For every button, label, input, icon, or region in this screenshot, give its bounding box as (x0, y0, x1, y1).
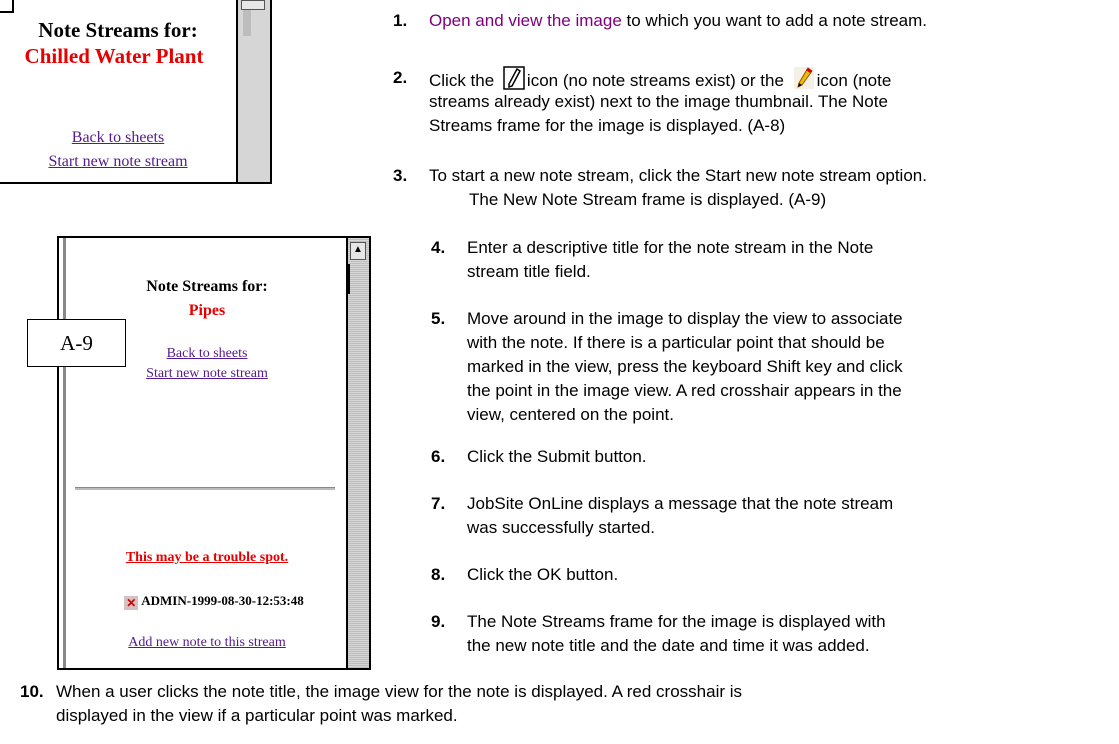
open-image-link[interactable]: Open and view the image (429, 11, 622, 30)
colored-pencil-icon (793, 67, 814, 89)
pencil-icon (503, 66, 525, 90)
instruction-list: 1. Open and view the image to which you … (20, 11, 928, 725)
